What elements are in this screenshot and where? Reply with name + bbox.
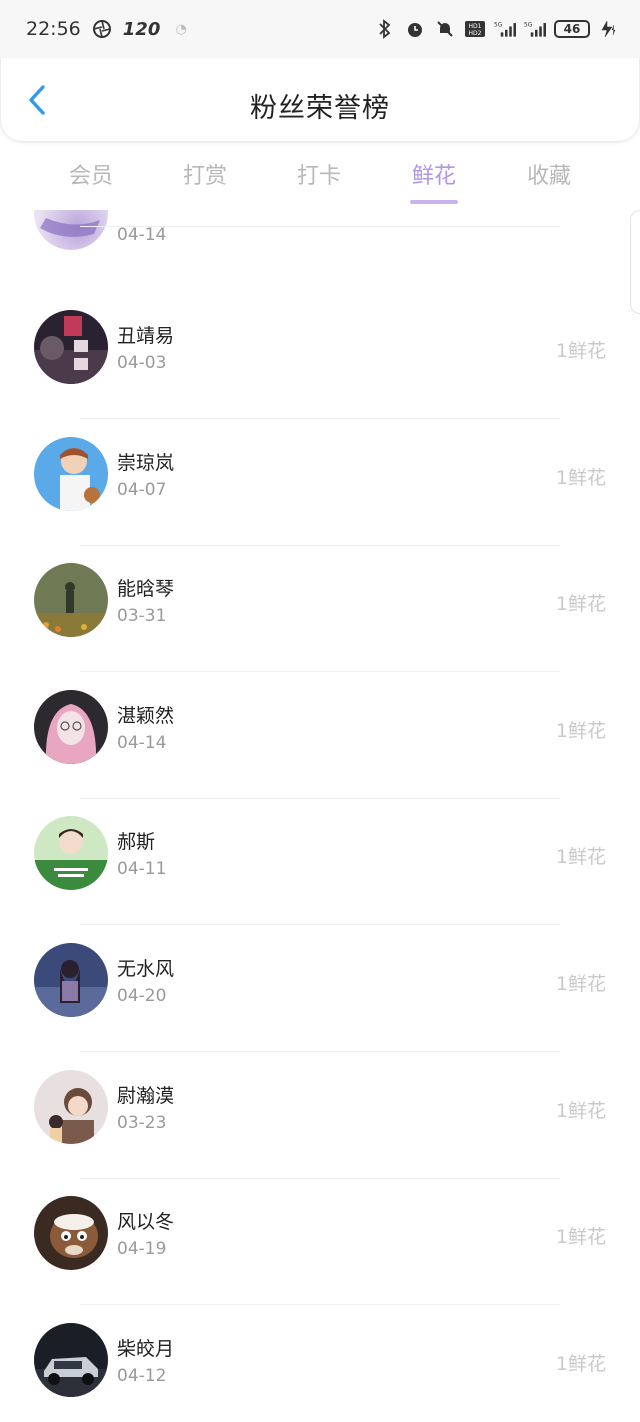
scroll-handle[interactable] bbox=[630, 210, 640, 314]
partial-list-item[interactable]: 04-14 bbox=[0, 210, 640, 270]
battery-level: 46 bbox=[563, 22, 581, 36]
status-bar: 22:56 120 ◔ HD1 HD2 5G 5G 46 bbox=[0, 0, 640, 60]
flower-count: 1鲜花 bbox=[555, 1099, 606, 1122]
alarm-icon bbox=[404, 18, 426, 40]
flower-count: 1鲜花 bbox=[555, 466, 606, 489]
avatar[interactable] bbox=[34, 563, 108, 638]
fan-date: 04-03 bbox=[117, 353, 167, 373]
avatar[interactable] bbox=[34, 1322, 108, 1397]
flower-count: 1鲜花 bbox=[555, 1226, 606, 1249]
svg-text:HD2: HD2 bbox=[469, 30, 482, 37]
status-time: 22:56 bbox=[26, 18, 81, 40]
fan-date: 04-19 bbox=[117, 1239, 167, 1260]
svg-text:5G: 5G bbox=[524, 22, 533, 28]
page-title: 粉丝荣誉榜 bbox=[250, 93, 390, 124]
avatar[interactable] bbox=[34, 1196, 108, 1271]
flower-count: 1鲜花 bbox=[555, 973, 606, 995]
avatar[interactable] bbox=[34, 943, 108, 1017]
fan-date: 04-14 bbox=[117, 732, 167, 753]
status-right: HD1 HD2 5G 5G 46 bbox=[374, 18, 620, 40]
fan-name: 风以冬 bbox=[117, 1211, 175, 1234]
fan-date: 04-07 bbox=[117, 479, 167, 500]
charging-icon bbox=[598, 18, 620, 40]
flower-count: 1鲜花 bbox=[555, 340, 606, 362]
avatar[interactable] bbox=[34, 816, 108, 891]
status-left: 22:56 120 ◔ bbox=[26, 18, 192, 40]
divider bbox=[80, 226, 560, 227]
fan-date: 04-20 bbox=[117, 986, 167, 1006]
list-item[interactable]: 丑靖易 04-03 1鲜花 bbox=[0, 283, 640, 419]
signal-5g-icon-1: 5G bbox=[494, 18, 516, 40]
fan-name: 柴皎月 bbox=[117, 1337, 175, 1360]
tab-members[interactable]: 会员 bbox=[41, 158, 141, 190]
app-notification-icon: ◔ bbox=[175, 21, 188, 37]
tab-favorites[interactable]: 收藏 bbox=[499, 158, 599, 190]
fan-name: 尉瀚漠 bbox=[117, 1084, 175, 1107]
list-item[interactable]: 能晗琴 03-31 1鲜花 bbox=[0, 536, 640, 673]
header: 粉丝荣誉榜 bbox=[0, 58, 640, 142]
svg-text:HD1: HD1 bbox=[469, 23, 482, 30]
bluetooth-icon bbox=[374, 18, 396, 40]
fan-date: 04-14 bbox=[117, 225, 167, 245]
avatar[interactable] bbox=[34, 436, 108, 511]
signal-5g-icon-2: 5G bbox=[524, 18, 546, 40]
avatar[interactable] bbox=[34, 689, 108, 764]
fan-name: 崇琼岚 bbox=[117, 451, 175, 474]
list-item[interactable]: 无水风 04-20 1鲜花 bbox=[0, 916, 640, 1052]
list-item[interactable]: 崇琼岚 04-07 1鲜花 bbox=[0, 410, 640, 546]
fan-name: 丑靖易 bbox=[117, 325, 175, 347]
fan-date: 04-12 bbox=[117, 1365, 167, 1386]
avatar bbox=[34, 210, 108, 250]
active-tab-indicator bbox=[410, 200, 458, 204]
list-item[interactable]: 柴皎月 04-12 1鲜花 bbox=[0, 1296, 640, 1422]
avatar[interactable] bbox=[34, 1069, 108, 1144]
svg-text:5G: 5G bbox=[494, 22, 503, 28]
battery-icon: 46 bbox=[554, 20, 590, 38]
flower-count: 1鲜花 bbox=[555, 1352, 606, 1375]
refresh-rate-label: 120 bbox=[122, 18, 161, 40]
tab-checkin[interactable]: 打卡 bbox=[269, 158, 369, 190]
avatar[interactable] bbox=[34, 310, 108, 384]
shutter-icon bbox=[91, 18, 113, 40]
fan-name: 无水风 bbox=[117, 958, 175, 980]
tab-flowers[interactable]: 鲜花 bbox=[384, 158, 484, 190]
fan-date: 04-11 bbox=[117, 859, 167, 880]
list-item[interactable]: 湛颖然 04-14 1鲜花 bbox=[0, 663, 640, 799]
tab-rewards[interactable]: 打赏 bbox=[155, 158, 255, 190]
list-item[interactable]: 风以冬 04-19 1鲜花 bbox=[0, 1169, 640, 1306]
list-item[interactable]: 尉瀚漠 03-23 1鲜花 bbox=[0, 1043, 640, 1179]
tab-bar: 会员 打赏 打卡 鲜花 收藏 bbox=[0, 150, 640, 210]
flower-count: 1鲜花 bbox=[555, 719, 606, 742]
mute-bell-icon bbox=[434, 18, 456, 40]
fan-name: 湛颖然 bbox=[117, 704, 175, 727]
fan-name: 能晗琴 bbox=[117, 578, 175, 601]
list-item[interactable]: 郝斯 04-11 1鲜花 bbox=[0, 789, 640, 926]
flower-count: 1鲜花 bbox=[555, 846, 606, 869]
fan-date: 03-23 bbox=[117, 1112, 167, 1133]
fan-name: 郝斯 bbox=[117, 831, 156, 854]
hd-icon: HD1 HD2 bbox=[464, 18, 486, 40]
flower-count: 1鲜花 bbox=[555, 593, 606, 616]
fan-date: 03-31 bbox=[117, 606, 167, 627]
